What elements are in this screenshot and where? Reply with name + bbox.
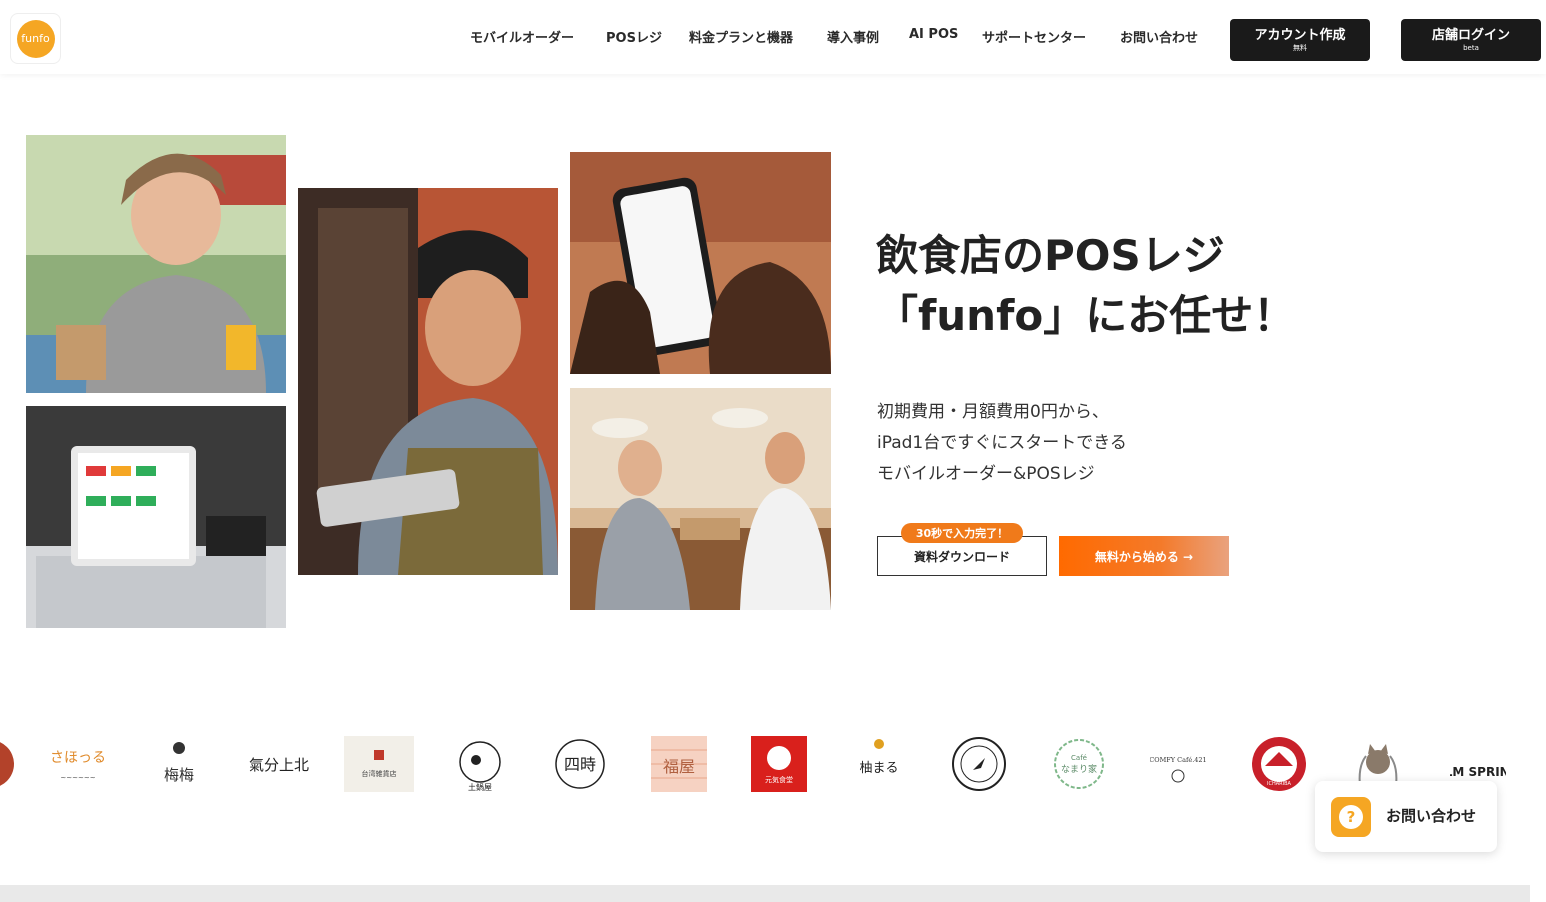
store-login-button[interactable]: 店舗ログイン beta	[1401, 19, 1541, 61]
client-logo-rasahoru-text: らさほっるる	[50, 750, 106, 766]
client-logo-partial	[0, 736, 18, 792]
client-logo-kibun-joho-text: 氣分上北	[249, 756, 309, 774]
client-logo-yuzumaru-text: 柚まる	[859, 761, 898, 776]
hero-title: 飲食店のPOSレジ 「funfo」にお任せ！	[876, 226, 1295, 346]
client-logo-genki-shokudo-text: 元気食堂	[765, 775, 793, 784]
create-account-button[interactable]: アカウント作成 無料	[1230, 19, 1370, 61]
client-logo-rasahoru: らさほっるる ~~~~~~	[50, 736, 106, 792]
hero-title-line2: 「funfo」にお任せ！	[876, 291, 1296, 340]
hero-sub-line3: モバイルオーダー&POSレジ	[877, 464, 1095, 484]
client-logo-donabeya-text: 土鍋屋	[468, 782, 492, 792]
create-account-sub: 無料	[1293, 43, 1307, 52]
client-logo-donabeya: 土鍋屋	[452, 736, 508, 792]
client-logo-yuzumaru: 柚まる	[851, 736, 907, 792]
svg-text:~~~~~~: ~~~~~~	[60, 774, 95, 782]
nav-mobile-order[interactable]: モバイルオーダー	[470, 27, 574, 46]
hero-sub-line1: 初期費用・月額費用0円から、	[877, 402, 1109, 422]
quick-input-badge-label: 30秒で入力完了！	[915, 527, 1009, 540]
client-logo-cafe-namariya: Café なまり家	[1051, 736, 1107, 792]
start-free-button[interactable]: 無料から始める →	[1059, 536, 1229, 576]
client-logo-kibun-joho: 氣分上北	[234, 736, 324, 792]
client-logo-meimei-text: 梅梅	[164, 766, 194, 784]
create-account-label: アカウント作成	[1254, 27, 1346, 43]
contact-widget[interactable]: ? お問い合わせ	[1315, 781, 1497, 852]
client-logo-shiji: 四時	[552, 736, 608, 792]
photo-staff-with-tablet	[298, 188, 558, 575]
contact-widget-label: お問い合わせ	[1386, 807, 1477, 825]
nav-pos-register[interactable]: POSレジ	[606, 27, 662, 46]
download-materials-label: 資料ダウンロード	[913, 549, 1010, 564]
hero-title-line1: 飲食店のPOSレジ	[876, 231, 1225, 280]
nav-ai-pos[interactable]: AI POS	[909, 27, 958, 42]
client-logo-cafe-text: Café	[1071, 754, 1087, 762]
photo-takeout-handover	[570, 388, 831, 610]
nav-support-center[interactable]: サポートセンター	[982, 27, 1086, 46]
client-logo-palm-springs-text: PALM SPRINGS	[1450, 765, 1506, 779]
client-logo-comfy-cafe-text: COMFY Café.421	[1150, 756, 1206, 764]
nav-pricing[interactable]: 料金プランと機器	[689, 27, 793, 46]
client-logo-namariya-text: なまり家	[1061, 763, 1097, 775]
quick-input-badge: 30秒で入力完了！	[901, 523, 1023, 543]
client-logo-fukuya-text: 福屋	[663, 757, 695, 776]
start-free-label: 無料から始める →	[1094, 549, 1194, 564]
client-logo-fukuya: 福屋	[651, 736, 707, 792]
photo-pos-terminal	[26, 406, 286, 628]
next-section-edge	[0, 885, 1530, 902]
client-logo-meimei: 梅梅	[151, 736, 207, 792]
client-logo-comfy-cafe: COMFY Café.421	[1150, 736, 1206, 792]
site-header: funfo モバイルオーダー POSレジ 料金プランと機器 導入事例 AI PO…	[0, 0, 1546, 74]
client-logo-rocket	[951, 736, 1007, 792]
client-logo-taiwan-shop-text: 台湾雑貨店	[362, 769, 397, 778]
hero-subtitle: 初期費用・月額費用0円から、 iPad1台ですぐにスタートできる モバイルオーダ…	[877, 397, 1127, 490]
store-login-sub: beta	[1463, 43, 1479, 52]
hero-sub-line2: iPad1台ですぐにスタートできる	[877, 433, 1127, 453]
nav-contact[interactable]: お問い合わせ	[1120, 27, 1198, 46]
client-logo-shiji-text: 四時	[564, 755, 596, 774]
client-logo-ichariba: ICHARIBA	[1251, 736, 1307, 792]
photo-customer-ordering	[26, 135, 286, 393]
nav-case-studies[interactable]: 導入事例	[827, 27, 879, 46]
question-icon: ?	[1331, 797, 1371, 837]
store-login-label: 店舗ログイン	[1431, 27, 1510, 43]
client-logo-ichariba-text: ICHARIBA	[1267, 781, 1292, 787]
client-logo-taiwan-shop: 台湾雑貨店	[344, 736, 414, 792]
client-logo-genki-shokudo: 元気食堂	[751, 736, 807, 792]
photo-phone-menu	[570, 152, 831, 374]
